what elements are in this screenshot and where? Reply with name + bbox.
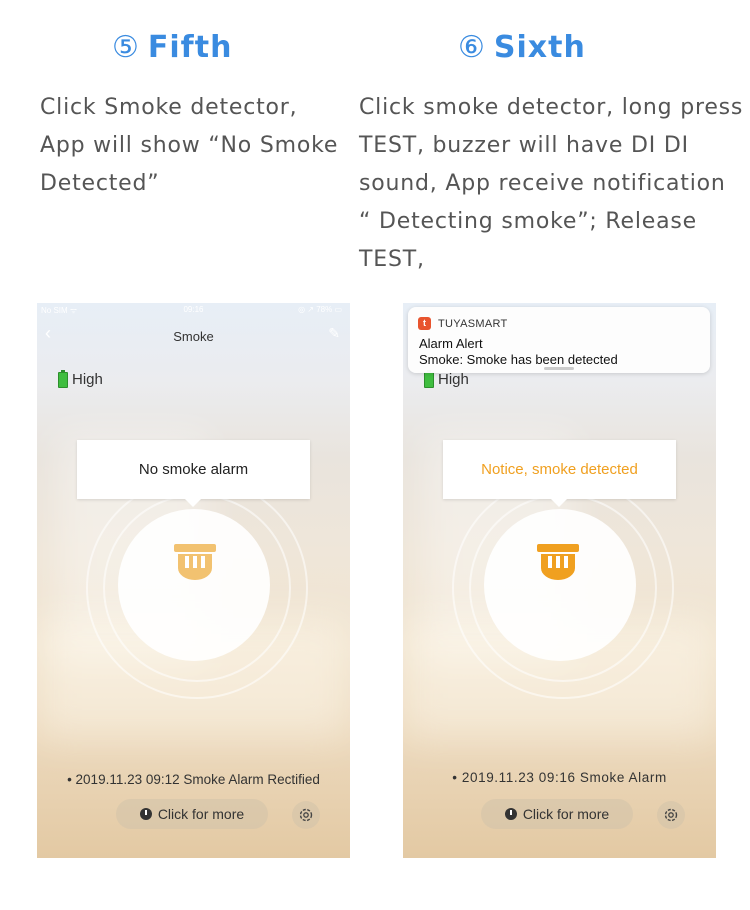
smoke-detector-icon xyxy=(537,544,579,580)
clock-icon xyxy=(504,808,517,820)
step-6-title: Sixth xyxy=(493,30,586,65)
push-notification[interactable]: t TUYASMART Alarm Alert Smoke: Smoke has… xyxy=(408,307,710,373)
status-battery: ◎ ↗ 78% ▭ xyxy=(298,305,342,314)
status-popup-text: Notice, smoke detected xyxy=(481,461,638,478)
pencil-icon[interactable]: ✎ xyxy=(328,325,340,342)
status-bar: No SIM ᯤ 09:16 ◎ ↗ 78% ▭ xyxy=(37,305,350,319)
gear-icon xyxy=(664,808,678,822)
battery-full-icon xyxy=(424,369,434,388)
step-6-description: Click smoke detector, long press TEST, b… xyxy=(359,89,743,279)
notification-title: Alarm Alert xyxy=(419,336,483,351)
smoke-detector-icon xyxy=(174,544,216,580)
status-popup: No smoke alarm xyxy=(77,440,310,507)
battery-label: High xyxy=(72,371,103,388)
battery-status: High xyxy=(58,369,103,388)
step-5-description: Click Smoke detector, App will show “No … xyxy=(40,89,338,203)
page-title: Smoke xyxy=(173,329,214,344)
status-popup: Notice, smoke detected xyxy=(443,440,676,507)
step-5-desc-line: App will show “No Smoke xyxy=(40,133,339,158)
click-for-more-label: Click for more xyxy=(522,806,610,822)
step-6-desc-line: TEST, xyxy=(359,247,425,272)
step-6-desc-line: TEST, buzzer will have DI DI xyxy=(359,133,689,158)
notification-app-name: TUYASMART xyxy=(438,318,508,330)
step-6-heading: ⑥ Sixth xyxy=(458,30,586,65)
step-6-number: ⑥ xyxy=(458,30,486,65)
tuyasmart-app-icon: t xyxy=(418,317,431,330)
step-6-desc-line: sound, App receive notification xyxy=(359,171,726,196)
step-6-desc-line: “ Detecting smoke”; Release xyxy=(359,209,697,234)
step-5-number: ⑤ xyxy=(112,30,140,65)
step-5-title: Fifth xyxy=(147,30,233,65)
notification-grabber xyxy=(544,367,574,370)
phone-screenshot-left: No SIM ᯤ 09:16 ◎ ↗ 78% ▭ ‹ Smoke ✎ High … xyxy=(37,303,350,858)
status-popup-text: No smoke alarm xyxy=(138,461,249,478)
step-6-desc-line: Click smoke detector, long press xyxy=(359,95,744,120)
click-for-more-button[interactable]: Click for more xyxy=(481,799,633,829)
step-5-desc-line: Detected” xyxy=(40,171,160,196)
notification-body: Smoke: Smoke has been detected xyxy=(419,352,618,367)
click-for-more-button[interactable]: Click for more xyxy=(116,799,268,829)
battery-status: High xyxy=(424,369,469,388)
step-5-desc-line: Click Smoke detector, xyxy=(40,95,298,120)
settings-button[interactable] xyxy=(292,801,320,829)
alarm-log-entry: • 2019.11.23 09:16 Smoke Alarm xyxy=(452,770,667,785)
detector-circle[interactable] xyxy=(484,509,636,661)
detector-circle[interactable] xyxy=(118,509,270,661)
battery-label: High xyxy=(438,371,469,388)
clock-icon xyxy=(139,808,152,820)
nav-bar: ‹ Smoke ✎ xyxy=(37,323,350,349)
settings-button[interactable] xyxy=(657,801,685,829)
alarm-log-entry: • 2019.11.23 09:12 Smoke Alarm Rectified xyxy=(67,772,320,787)
gear-icon xyxy=(299,808,313,822)
battery-full-icon xyxy=(58,369,68,388)
click-for-more-label: Click for more xyxy=(157,806,245,822)
step-5-heading: ⑤ Fifth xyxy=(112,30,232,65)
phone-screenshot-right: t TUYASMART Alarm Alert Smoke: Smoke has… xyxy=(403,303,716,858)
